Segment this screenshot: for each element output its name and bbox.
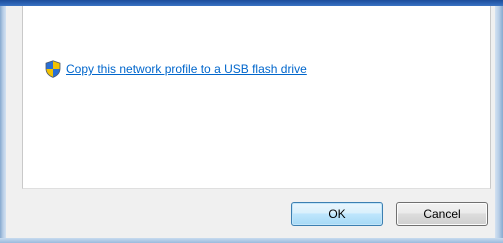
copy-profile-to-usb-link[interactable]: Copy this network profile to a USB flash… bbox=[45, 60, 307, 78]
window-frame-bottom bbox=[0, 238, 503, 243]
copy-profile-link-label[interactable]: Copy this network profile to a USB flash… bbox=[66, 62, 307, 76]
cancel-button[interactable]: Cancel bbox=[396, 202, 488, 226]
content-panel bbox=[22, 6, 491, 189]
window-frame-right bbox=[495, 6, 503, 243]
ok-button[interactable]: OK bbox=[291, 202, 383, 226]
shield-icon bbox=[45, 60, 61, 78]
